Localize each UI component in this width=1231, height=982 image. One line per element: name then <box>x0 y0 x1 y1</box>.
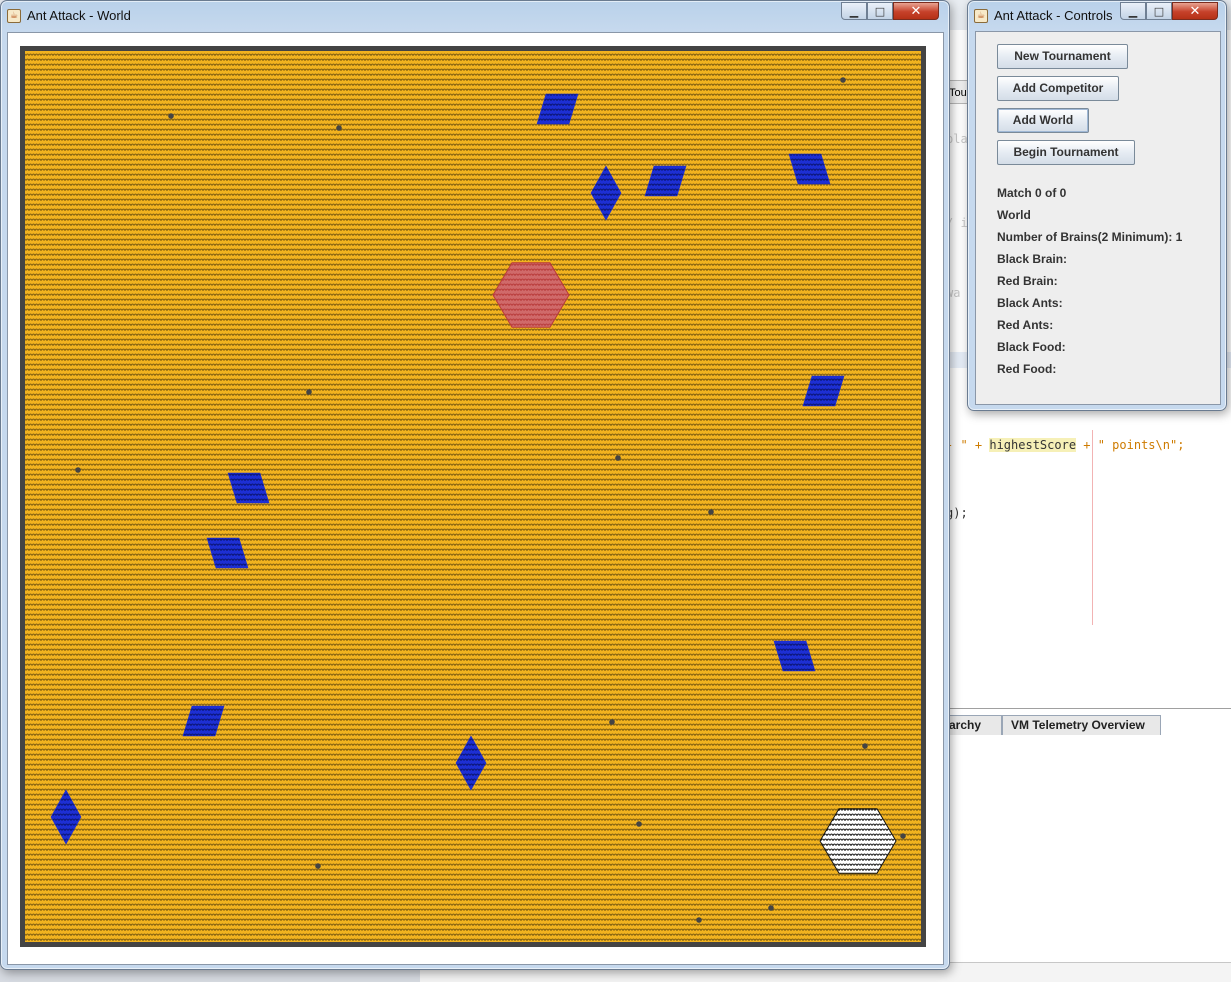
maximize-icon: □ <box>874 4 886 18</box>
world-label: World <box>997 208 1031 222</box>
minimize-icon: ▁ <box>1128 4 1138 18</box>
maximize-button[interactable]: □ <box>1146 2 1172 20</box>
code-string: - " + <box>946 438 990 452</box>
close-icon: ✕ <box>1189 3 1201 19</box>
rock-cell <box>862 743 868 749</box>
bottom-output-panel <box>940 708 1231 982</box>
rock-cell <box>708 509 714 515</box>
title-bar[interactable]: ☕ Ant Attack - World ▁ □ ✕ <box>1 1 949 29</box>
window-title: Ant Attack - World <box>27 8 131 23</box>
red-food-label: Red Food: <box>997 362 1057 376</box>
close-icon: ✕ <box>910 3 922 19</box>
maximize-icon: □ <box>1153 4 1165 18</box>
window-title: Ant Attack - Controls <box>994 8 1113 23</box>
editor-margin-line <box>1092 430 1093 625</box>
rock-cell <box>696 917 702 923</box>
add-world-button[interactable]: Add World <box>997 108 1089 133</box>
black-brain-label: Black Brain: <box>997 252 1068 266</box>
black-ants-label: Black Ants: <box>997 296 1063 310</box>
rock-cell <box>75 467 81 473</box>
world-window: ☕ Ant Attack - World ▁ □ ✕ <box>0 0 950 970</box>
begin-tournament-button[interactable]: Begin Tournament <box>997 140 1135 165</box>
rock-cell <box>840 77 846 83</box>
brain-count-label: Number of Brains(2 Minimum): 1 <box>997 230 1183 244</box>
caption-buttons: ▁ □ ✕ <box>841 2 939 20</box>
rock-cell <box>168 113 174 119</box>
controls-window: ☕ Ant Attack - Controls ▁ □ ✕ New Tourna… <box>967 0 1227 411</box>
minimize-icon: ▁ <box>849 4 859 18</box>
close-button[interactable]: ✕ <box>893 2 939 20</box>
black-food-label: Black Food: <box>997 340 1066 354</box>
rock-cell <box>306 389 312 395</box>
rock-cell <box>336 125 342 131</box>
add-competitor-button[interactable]: Add Competitor <box>997 76 1119 101</box>
maximize-button[interactable]: □ <box>867 2 893 20</box>
rock-cell <box>900 833 906 839</box>
code-variable: highestScore <box>989 438 1077 452</box>
red-ants-label: Red Ants: <box>997 318 1054 332</box>
tab-vm-telemetry-overview[interactable]: VM Telemetry Overview <box>1002 715 1161 735</box>
code-line: - " + highestScore + " points\n"; <box>946 438 1184 452</box>
bottom-panel-tabs: archy VM Telemetry Overview <box>940 715 1161 735</box>
world-hex-grid[interactable] <box>20 46 926 947</box>
minimize-button[interactable]: ▁ <box>841 2 867 20</box>
new-tournament-button[interactable]: New Tournament <box>997 44 1128 69</box>
rock-cell <box>768 905 774 911</box>
rock-cell <box>636 821 642 827</box>
rock-cell <box>609 719 615 725</box>
caption-buttons: ▁ □ ✕ <box>1120 2 1218 20</box>
java-icon: ☕ <box>974 9 988 23</box>
java-icon: ☕ <box>7 9 21 23</box>
match-label: Match 0 of 0 <box>997 186 1067 200</box>
close-button[interactable]: ✕ <box>1172 2 1218 20</box>
world-ground <box>25 51 921 942</box>
minimize-button[interactable]: ▁ <box>1120 2 1146 20</box>
title-bar[interactable]: ☕ Ant Attack - Controls ▁ □ ✕ <box>968 1 1226 29</box>
rock-cell <box>615 455 621 461</box>
red-brain-label: Red Brain: <box>997 274 1058 288</box>
controls-panel: New Tournament Add Competitor Add World … <box>975 31 1221 405</box>
rock-cell <box>315 863 321 869</box>
